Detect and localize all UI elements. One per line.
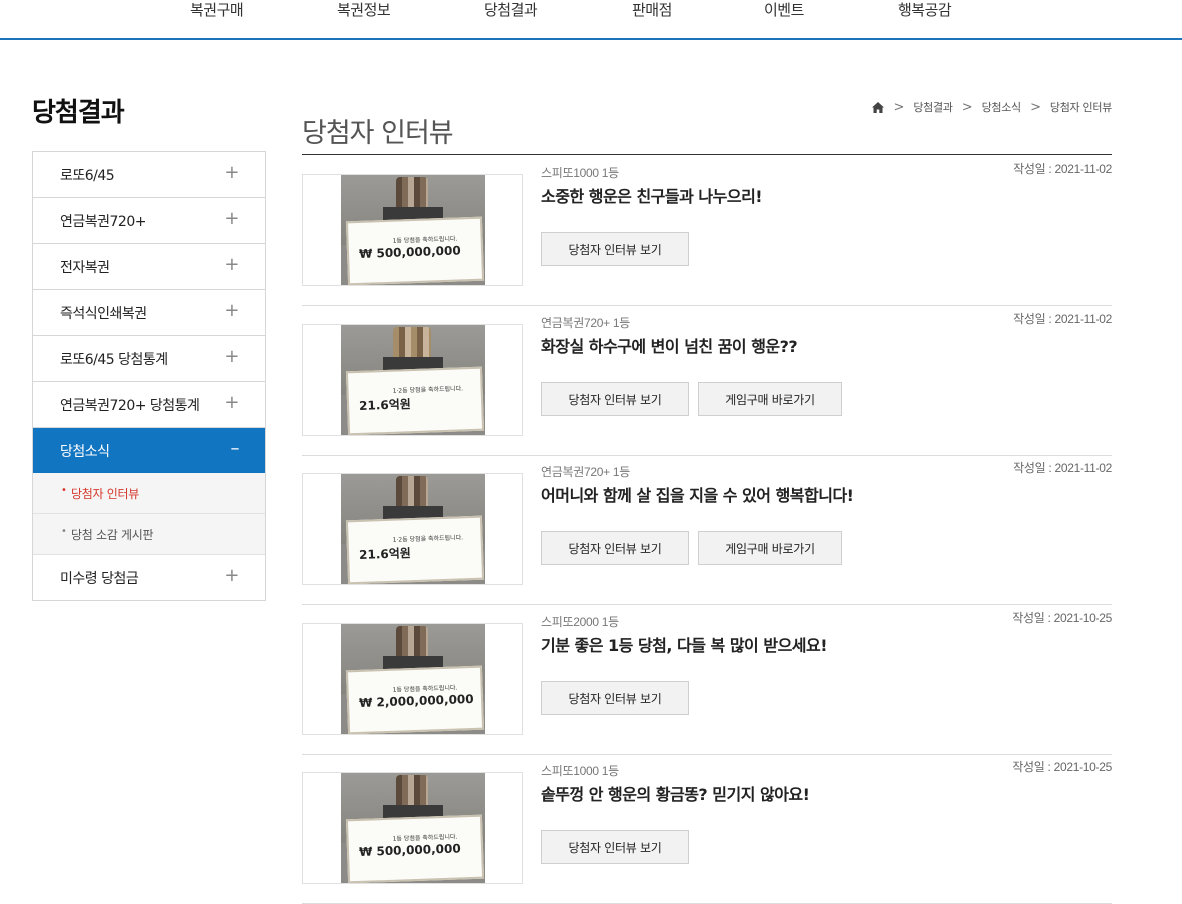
buy-game-button[interactable]: 게임구매 바로가기: [698, 531, 842, 565]
sidebar-item-label: 즉석식인쇄복권: [60, 306, 147, 322]
bullet-icon: •: [61, 526, 67, 537]
winner-image: 1등 당첨을 축하드립니다. ₩ 500,000,000: [341, 773, 485, 883]
prize-board: 1등 당첨을 축하드립니다. ₩ 2,000,000,000: [345, 665, 485, 734]
sidebar-menu: 로또6/45 + 연금복권720+ + 전자복권 + 즉석식인쇄복권 + 로또6…: [32, 151, 266, 601]
nav-item-lottery-info[interactable]: 복권정보: [337, 0, 391, 20]
lottery-category: 스피또1000 1등: [541, 764, 619, 778]
post-date: 작성일 : 2021-10-25: [1012, 760, 1112, 774]
chevron-right-icon: >: [1030, 99, 1041, 115]
nav-item-stores[interactable]: 판매점: [632, 0, 672, 20]
sidebar-item-label: 연금복권720+: [60, 214, 146, 230]
sidebar-item-unclaimed-prizes[interactable]: 미수령 당첨금 +: [33, 555, 265, 600]
breadcrumb-item[interactable]: 당첨결과: [913, 99, 953, 115]
prize-board-amount: 21.6억원: [358, 546, 412, 562]
sidebar-item-lotto-stats[interactable]: 로또6/45 당첨통계 +: [33, 336, 265, 382]
buy-game-button[interactable]: 게임구매 바로가기: [698, 381, 842, 416]
winner-photo[interactable]: 1등 당첨을 축하드립니다. ₩ 500,000,000: [302, 772, 523, 884]
sidebar-subitem-winner-interview[interactable]: • 당첨자 인터뷰: [33, 473, 265, 514]
lottery-category: 스피또2000 1등: [541, 614, 619, 629]
sidebar-item-pension-stats[interactable]: 연금복권720+ 당첨통계 +: [33, 382, 265, 428]
prize-board-title: 1·2등 당첨을 축하드립니다.: [392, 534, 464, 544]
chevron-right-icon: >: [893, 99, 905, 115]
sidebar-subitem-label: 당첨 소감 게시판: [71, 528, 154, 542]
sidebar-item-e-lottery[interactable]: 전자복권 +: [33, 244, 265, 290]
plus-icon: +: [224, 392, 239, 413]
view-interview-button[interactable]: 당첨자 인터뷰 보기: [541, 381, 689, 416]
bullet-icon: •: [61, 485, 67, 496]
winner-image: 1등 당첨을 축하드립니다. ₩ 2,000,000,000: [341, 623, 485, 734]
interview-card: 1등 당첨을 축하드립니다. ₩ 500,000,000 스피또1000 1등솥뚜껑…: [302, 754, 1112, 904]
view-interview-button[interactable]: 당첨자 인터뷰 보기: [541, 680, 689, 715]
prize-board: 1등 당첨을 축하드립니다. ₩ 500,000,000: [345, 216, 485, 285]
plus-icon: +: [224, 208, 239, 229]
interview-card: 1등 당첨을 축하드립니다. ₩ 2,000,000,000 스피또2000 1등기…: [302, 605, 1112, 755]
view-interview-button[interactable]: 당첨자 인터뷰 보기: [541, 830, 689, 864]
nav-item-happiness[interactable]: 행복공감: [898, 0, 952, 20]
plus-icon: +: [224, 346, 239, 367]
sidebar-item-label: 연금복권720+ 당첨통계: [60, 398, 200, 414]
lottery-category: 연금복권720+ 1등: [541, 465, 630, 479]
plus-icon: +: [224, 565, 239, 586]
interview-card: 1·2등 당첨을 축하드립니다. 21.6억원 연금복권720+ 1등화장실 하수구…: [302, 306, 1112, 456]
lottery-category: 연금복권720+ 1등: [541, 315, 630, 330]
prize-board-title: 1등 당첨을 축하드립니다.: [392, 684, 458, 694]
interview-headline[interactable]: 기분 좋은 1등 당첨, 다들 복 많이 받으세요!: [541, 632, 828, 656]
post-date: 작성일 : 2021-11-02: [1013, 162, 1112, 176]
interview-headline[interactable]: 솥뚜껑 안 행운의 황금똥? 믿기지 않아요!: [541, 781, 810, 805]
prize-board-title: 1·2등 당첨을 축하드립니다.: [392, 384, 464, 395]
minus-icon: –: [230, 438, 240, 459]
interview-card: 1·2등 당첨을 축하드립니다. 21.6억원 연금복권720+ 1등어머니와 함께…: [302, 455, 1112, 605]
breadcrumb: > 당첨결과 > 당첨소식 > 당첨자 인터뷰: [872, 99, 1112, 115]
nav-item-events[interactable]: 이벤트: [764, 0, 804, 20]
plus-icon: +: [224, 162, 239, 183]
winner-photo[interactable]: 1·2등 당첨을 축하드립니다. 21.6억원: [302, 473, 523, 585]
sidebar-item-label: 로또6/45 당첨통계: [60, 352, 168, 368]
interview-headline[interactable]: 화장실 하수구에 변이 넘친 꿈이 행운??: [541, 333, 798, 357]
interview-headline[interactable]: 소중한 행운은 친구들과 나누으리!: [541, 183, 763, 207]
sidebar-item-pension720[interactable]: 연금복권720+ +: [33, 198, 265, 244]
top-navigation: 복권구매 복권정보 당첨결과 판매점 이벤트 행복공감: [0, 0, 1182, 40]
plus-icon: +: [224, 300, 239, 321]
nav-item-winning-results[interactable]: 당첨결과: [484, 0, 538, 20]
view-interview-button[interactable]: 당첨자 인터뷰 보기: [541, 232, 689, 266]
prize-board-amount: ₩ 2,000,000,000: [358, 691, 474, 710]
chevron-right-icon: >: [961, 99, 973, 115]
winner-photo[interactable]: 1·2등 당첨을 축하드립니다. 21.6억원: [302, 323, 523, 436]
interview-headline[interactable]: 어머니와 함께 살 집을 지을 수 있어 행복합니다!: [541, 482, 854, 506]
sidebar-item-instant-lottery[interactable]: 즉석식인쇄복권 +: [33, 290, 265, 336]
sidebar-subitem-label: 당첨자 인터뷰: [71, 487, 139, 501]
page-title: 당첨자 인터뷰: [302, 118, 454, 150]
prize-board: 1·2등 당첨을 축하드립니다. 21.6억원: [345, 366, 485, 435]
lottery-category: 스피또1000 1등: [541, 166, 619, 180]
sidebar-subitem-review-board[interactable]: • 당첨 소감 게시판: [33, 514, 265, 555]
prize-board: 1등 당첨을 축하드립니다. ₩ 500,000,000: [345, 814, 485, 883]
home-icon[interactable]: [872, 101, 885, 113]
interview-card: 1등 당첨을 축하드립니다. ₩ 500,000,000 스피또1000 1등소중한…: [302, 156, 1112, 306]
breadcrumb-item[interactable]: 당첨소식: [982, 99, 1022, 115]
nav-item-buy-lottery[interactable]: 복권구매: [190, 0, 244, 20]
sidebar-item-label: 전자복권: [60, 260, 110, 276]
title-divider: [302, 154, 1112, 155]
post-date: 작성일 : 2021-11-02: [1013, 311, 1112, 326]
prize-board: 1·2등 당첨을 축하드립니다. 21.6억원: [345, 515, 485, 584]
post-date: 작성일 : 2021-11-02: [1013, 461, 1112, 475]
breadcrumb-item-current: 당첨자 인터뷰: [1049, 101, 1112, 114]
winner-image: 1등 당첨을 축하드립니다. ₩ 500,000,000: [341, 175, 485, 285]
prize-board-amount: ₩ 500,000,000: [358, 243, 461, 261]
winner-image: 1·2등 당첨을 축하드립니다. 21.6억원: [341, 474, 485, 584]
sidebar-item-label: 로또6/45: [60, 168, 115, 184]
winner-photo[interactable]: 1등 당첨을 축하드립니다. ₩ 2,000,000,000: [302, 622, 523, 735]
sidebar-title: 당첨결과: [32, 98, 125, 128]
winner-photo[interactable]: 1등 당첨을 축하드립니다. ₩ 500,000,000: [302, 174, 523, 286]
post-date: 작성일 : 2021-10-25: [1012, 610, 1112, 625]
plus-icon: +: [224, 254, 239, 275]
sidebar-item-winning-news[interactable]: 당첨소식 –: [33, 428, 265, 473]
winner-image: 1·2등 당첨을 축하드립니다. 21.6억원: [341, 324, 485, 435]
sidebar-item-label: 미수령 당첨금: [60, 571, 139, 587]
view-interview-button[interactable]: 당첨자 인터뷰 보기: [541, 531, 689, 565]
prize-board-amount: 21.6억원: [358, 396, 412, 413]
sidebar-item-lotto645[interactable]: 로또6/45 +: [33, 152, 265, 198]
sidebar-item-label: 당첨소식: [60, 444, 110, 460]
prize-board-amount: ₩ 500,000,000: [358, 841, 461, 859]
